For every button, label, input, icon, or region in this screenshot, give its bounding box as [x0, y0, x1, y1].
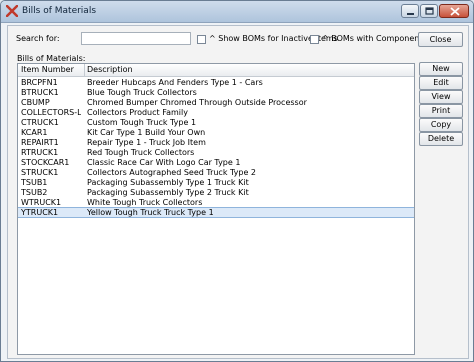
description-cell: Kit Car Type 1 Build Your Own — [87, 128, 206, 137]
content-area: Search for: ^ Show BOMs for Inactive Ite… — [7, 25, 469, 359]
new-button[interactable]: New — [419, 62, 463, 76]
description-cell: Red Tough Truck Collectors — [87, 148, 195, 157]
description-cell: Yellow Tough Truck Truck Type 1 — [87, 208, 214, 217]
window-title: Bills of Materials — [22, 6, 97, 16]
item-number-cell: STOCKCAR1 — [21, 158, 70, 167]
maximize-icon — [425, 7, 434, 15]
description-cell: Custom Tough Truck Type 1 — [87, 118, 197, 127]
column-header-description[interactable]: Description — [87, 65, 133, 74]
list-caption: Bills of Materials: — [17, 54, 86, 63]
list-row[interactable]: COLLECTORS-L... Collectors Product Family — [18, 108, 414, 117]
list-row[interactable]: RTRUCK1 Red Tough Truck Collectors — [18, 148, 414, 157]
list-row[interactable]: TSUB2 Packaging Subassembly Type 2 Truck … — [18, 188, 414, 197]
list-row[interactable]: BTRUCK1 Blue Tough Truck Collectors — [18, 88, 414, 97]
close-icon — [450, 7, 460, 16]
list-row[interactable]: KCAR1 Kit Car Type 1 Build Your Own — [18, 128, 414, 137]
description-cell: Repair Type 1 - Truck Job Item — [87, 138, 206, 147]
show-inactive-checkbox[interactable] — [197, 35, 206, 44]
component-boms-checkbox[interactable] — [310, 35, 319, 44]
close-button[interactable]: Close — [418, 32, 463, 47]
description-cell: Classic Race Car With Logo Car Type 1 — [87, 158, 241, 167]
bom-window: Bills of Materials Search for: ^ Show BO… — [0, 0, 474, 362]
print-button[interactable]: Print — [419, 104, 463, 118]
item-number-cell: CTRUCK1 — [21, 118, 59, 127]
minimize-button[interactable] — [401, 4, 419, 18]
item-number-cell: YTRUCK1 — [21, 208, 59, 217]
search-label: Search for: — [16, 34, 60, 43]
list-row[interactable]: BRCPFN1 Breeder Hubcaps And Fenders Type … — [18, 78, 414, 87]
item-number-cell: COLLECTORS-L... — [21, 108, 81, 117]
window-close-button[interactable] — [439, 4, 469, 18]
description-cell: Blue Tough Truck Collectors — [87, 88, 197, 97]
title-bar[interactable]: Bills of Materials — [1, 1, 473, 23]
view-button[interactable]: View — [419, 90, 463, 104]
list-row[interactable]: CTRUCK1 Custom Tough Truck Type 1 — [18, 118, 414, 127]
item-number-cell: BRCPFN1 — [21, 78, 58, 87]
description-cell: Packaging Subassembly Type 2 Truck Kit — [87, 188, 249, 197]
list-row[interactable]: TSUB1 Packaging Subassembly Type 1 Truck … — [18, 178, 414, 187]
app-icon — [6, 5, 18, 17]
item-number-cell: STRUCK1 — [21, 168, 59, 177]
description-cell: Collectors Product Family — [87, 108, 188, 117]
item-number-cell: TSUB2 — [21, 188, 48, 197]
item-number-cell: CBUMP — [21, 98, 50, 107]
list-row[interactable]: YTRUCK1 Yellow Tough Truck Truck Type 1 — [18, 207, 414, 218]
delete-button[interactable]: Delete — [419, 132, 463, 146]
description-cell: Collectors Autographed Seed Truck Type 2 — [87, 168, 257, 177]
description-cell: Breeder Hubcaps And Fenders Type 1 - Car… — [87, 78, 263, 87]
description-cell: White Tough Truck Collectors — [87, 198, 203, 207]
item-number-cell: TSUB1 — [21, 178, 48, 187]
bom-list[interactable]: Item Number Description BRCPFN1 Breeder H… — [17, 63, 415, 355]
minimize-icon — [407, 13, 414, 15]
item-number-cell: REPAIRT1 — [21, 138, 59, 147]
column-divider[interactable] — [84, 64, 85, 76]
list-row[interactable]: STRUCK1 Collectors Autographed Seed Truck… — [18, 168, 414, 177]
list-row[interactable]: WTRUCK1 White Tough Truck Collectors — [18, 198, 414, 207]
description-cell: Chromed Bumper Chromed Through Outside P… — [87, 98, 307, 107]
maximize-button[interactable] — [420, 4, 438, 18]
edit-button[interactable]: Edit — [419, 76, 463, 90]
list-header: Item Number Description — [18, 64, 414, 77]
list-row[interactable]: REPAIRT1 Repair Type 1 - Truck Job Item — [18, 138, 414, 147]
column-header-item-number[interactable]: Item Number — [21, 65, 74, 74]
search-input[interactable] — [81, 32, 191, 45]
description-cell: Packaging Subassembly Type 1 Truck Kit — [87, 178, 249, 187]
copy-button[interactable]: Copy — [419, 118, 463, 132]
item-number-cell: WTRUCK1 — [21, 198, 62, 207]
list-row[interactable]: STOCKCAR1 Classic Race Car With Logo Car … — [18, 158, 414, 167]
list-row[interactable]: CBUMP Chromed Bumper Chromed Through Outs… — [18, 98, 414, 107]
item-number-cell: KCAR1 — [21, 128, 48, 137]
item-number-cell: BTRUCK1 — [21, 88, 59, 97]
item-number-cell: RTRUCK1 — [21, 148, 59, 157]
